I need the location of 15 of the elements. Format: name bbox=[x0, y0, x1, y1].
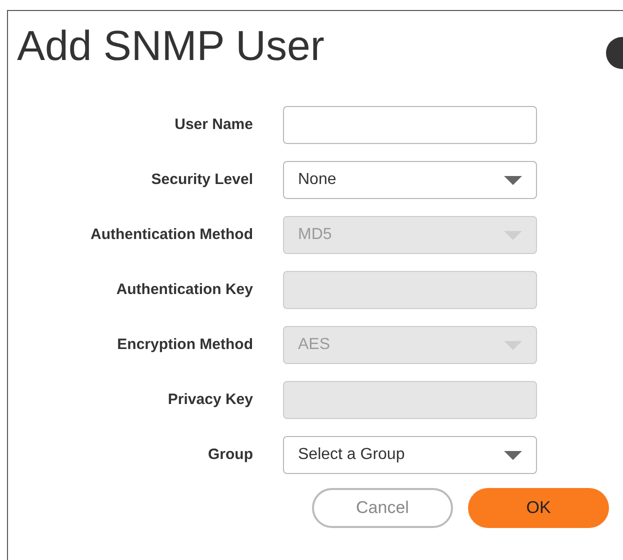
field-label: Privacy Key bbox=[166, 390, 253, 410]
dropdown[interactable]: Select a Group bbox=[283, 436, 537, 474]
field-label: Security Level bbox=[150, 170, 253, 190]
field-label: Authentication Key bbox=[115, 280, 253, 300]
field-label: User Name bbox=[174, 114, 253, 135]
field-label: Group bbox=[207, 444, 253, 465]
dropdown[interactable]: None bbox=[283, 161, 537, 199]
ok-button[interactable]: OK bbox=[468, 488, 609, 528]
caret-icon bbox=[504, 176, 522, 184]
cancel-button[interactable]: Cancel bbox=[312, 488, 453, 528]
caret-icon bbox=[504, 450, 522, 460]
dialog-title: Add SNMP User bbox=[17, 25, 324, 67]
input-field[interactable] bbox=[283, 106, 537, 144]
field-label: Encryption Method bbox=[116, 334, 253, 355]
field-label: Authentication Method bbox=[90, 224, 253, 245]
